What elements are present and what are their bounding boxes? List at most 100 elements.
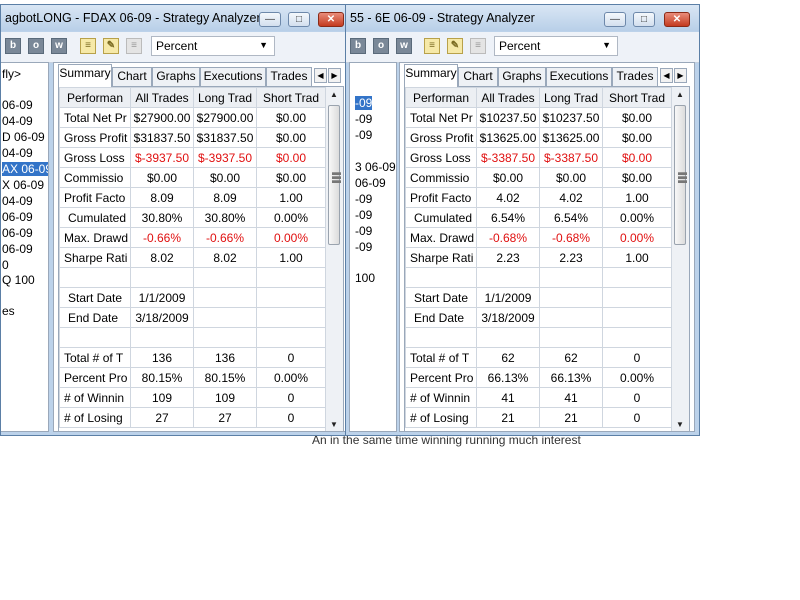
instrument-item-selected[interactable]: AX 06-09 bbox=[1, 161, 48, 177]
instrument-item[interactable]: 06-09 bbox=[2, 98, 33, 112]
maximize-button[interactable]: □ bbox=[288, 12, 310, 27]
instrument-item[interactable]: 06-09 bbox=[2, 242, 33, 256]
tab-executions[interactable]: Executions bbox=[546, 67, 612, 86]
scroll-up-icon[interactable]: ▲ bbox=[326, 87, 342, 103]
notepad-icon[interactable]: ≡ bbox=[80, 38, 96, 54]
scroll-thumb[interactable]: ▬ ▬ ▬ bbox=[328, 105, 341, 245]
short-trades-cell bbox=[602, 267, 673, 288]
minimize-button[interactable]: — bbox=[604, 12, 626, 27]
instrument-item[interactable]: 3 06-09 bbox=[355, 160, 396, 174]
all-trades-cell: $10237.50 bbox=[476, 107, 541, 128]
percent-selector[interactable]: Percent ▼ bbox=[151, 36, 275, 56]
instrument-item[interactable]: 04-09 bbox=[2, 146, 33, 160]
instrument-item[interactable]: 06-09 bbox=[355, 176, 386, 190]
instrument-item[interactable]: 06-09 bbox=[2, 226, 33, 240]
b-icon[interactable]: b bbox=[350, 38, 366, 54]
instrument-item[interactable]: -09 bbox=[355, 112, 372, 126]
instrument-item[interactable]: es bbox=[2, 304, 15, 318]
title-bar[interactable]: agbotLONG - FDAX 06-09 - Strategy Analyz… bbox=[1, 5, 352, 31]
tab-summary[interactable]: Summary bbox=[58, 64, 112, 87]
column-header[interactable]: Performan bbox=[405, 87, 478, 108]
instrument-item[interactable]: Q 100 bbox=[2, 273, 35, 287]
instrument-item[interactable]: -09 bbox=[355, 240, 372, 254]
instrument-item[interactable]: -09 bbox=[355, 128, 372, 142]
long-trades-cell: 41 bbox=[539, 387, 604, 408]
edit-notes-icon[interactable]: ✎ bbox=[103, 38, 119, 54]
percent-selector-value: Percent bbox=[156, 39, 198, 53]
all-trades-cell: $13625.00 bbox=[476, 127, 541, 148]
column-header[interactable]: Performan bbox=[59, 87, 132, 108]
toolbar: b o w ≡ ✎ ≡ Percent ▼ bbox=[1, 32, 352, 63]
instrument-list[interactable]: -09 -09 -09 3 06-09 06-09 -09 -09 -09 -09 100 bbox=[349, 62, 397, 432]
all-trades-cell: 8.09 bbox=[130, 187, 195, 208]
tab-graphs[interactable]: Graphs bbox=[152, 67, 200, 86]
tab-trades[interactable]: Trades bbox=[266, 67, 312, 86]
instrument-item[interactable]: 04-09 bbox=[2, 114, 33, 128]
scroll-down-icon[interactable]: ▼ bbox=[672, 417, 688, 431]
notepad-icon[interactable]: ≡ bbox=[424, 38, 440, 54]
instrument-item[interactable]: 100 bbox=[355, 271, 375, 285]
w-icon[interactable]: w bbox=[396, 38, 412, 54]
instrument-item[interactable]: 06-09 bbox=[2, 210, 33, 224]
table-row: # of Winnin 109 109 0 bbox=[59, 387, 327, 408]
copy-notes-icon[interactable]: ≡ bbox=[470, 38, 486, 54]
row-label: Total Net Pr bbox=[405, 107, 478, 128]
instrument-item-selected[interactable]: -09 bbox=[353, 95, 374, 111]
close-button[interactable]: ✕ bbox=[664, 12, 690, 27]
maximize-button[interactable]: □ bbox=[633, 12, 655, 27]
tab-trades[interactable]: Trades bbox=[612, 67, 658, 86]
tab-scroll-left-icon[interactable]: ◀ bbox=[314, 68, 327, 83]
edit-notes-icon[interactable]: ✎ bbox=[447, 38, 463, 54]
tab-scroll-left-icon[interactable]: ◀ bbox=[660, 68, 673, 83]
w-icon[interactable]: w bbox=[51, 38, 67, 54]
vertical-scrollbar[interactable]: ▲ ▬ ▬ ▬ ▼ bbox=[671, 87, 689, 431]
instrument-item[interactable]: -09 bbox=[355, 224, 372, 238]
table-row: Max. Drawd -0.68% -0.68% 0.00% bbox=[405, 227, 673, 248]
scroll-up-icon[interactable]: ▲ bbox=[672, 87, 688, 103]
column-header[interactable]: Short Trad bbox=[602, 87, 673, 108]
scroll-thumb[interactable]: ▬ ▬ ▬ bbox=[674, 105, 687, 245]
long-trades-cell: -0.68% bbox=[539, 227, 604, 248]
column-header[interactable]: All Trades bbox=[476, 87, 541, 108]
tab-chart[interactable]: Chart bbox=[112, 67, 152, 86]
window-title: 55 - 6E 06-09 - Strategy Analyzer bbox=[350, 11, 535, 25]
title-bar[interactable]: 55 - 6E 06-09 - Strategy Analyzer — □ ✕ bbox=[346, 5, 699, 31]
column-header[interactable]: Long Trad bbox=[539, 87, 604, 108]
tab-summary[interactable]: Summary bbox=[404, 64, 458, 87]
tab-executions[interactable]: Executions bbox=[200, 67, 266, 86]
column-header[interactable]: Long Trad bbox=[193, 87, 258, 108]
tab-scroll-right-icon[interactable]: ▶ bbox=[674, 68, 687, 83]
instrument-item[interactable]: -09 bbox=[355, 208, 372, 222]
copy-notes-icon[interactable]: ≡ bbox=[126, 38, 142, 54]
minimize-button[interactable]: — bbox=[259, 12, 281, 27]
instrument-item[interactable]: 0 bbox=[2, 258, 9, 272]
all-trades-cell: 62 bbox=[476, 347, 541, 368]
tab-chart[interactable]: Chart bbox=[458, 67, 498, 86]
close-button[interactable]: ✕ bbox=[318, 12, 344, 27]
short-trades-cell: 0.00% bbox=[256, 227, 327, 248]
table-row: Cumulated 6.54% 6.54% 0.00% bbox=[405, 207, 673, 228]
long-trades-cell bbox=[193, 307, 258, 328]
column-header[interactable]: All Trades bbox=[130, 87, 195, 108]
vertical-scrollbar[interactable]: ▲ ▬ ▬ ▬ ▼ bbox=[325, 87, 343, 431]
instrument-item[interactable]: 04-09 bbox=[2, 194, 33, 208]
instrument-item[interactable]: fly> bbox=[2, 67, 21, 81]
short-trades-cell bbox=[602, 307, 673, 328]
instrument-item[interactable]: D 06-09 bbox=[2, 130, 45, 144]
instrument-item[interactable]: -09 bbox=[355, 192, 372, 206]
instrument-list[interactable]: fly> 06-09 04-09 D 06-09 04-09 AX 06-09 X 06-0… bbox=[1, 62, 49, 432]
short-trades-cell: 0.00% bbox=[602, 367, 673, 388]
o-icon[interactable]: o bbox=[373, 38, 389, 54]
scroll-down-icon[interactable]: ▼ bbox=[326, 417, 342, 431]
long-trades-cell: 21 bbox=[539, 407, 604, 428]
all-trades-cell: $31837.50 bbox=[130, 127, 195, 148]
instrument-item[interactable]: X 06-09 bbox=[2, 178, 44, 192]
o-icon[interactable]: o bbox=[28, 38, 44, 54]
b-icon[interactable]: b bbox=[5, 38, 21, 54]
column-header[interactable]: Short Trad bbox=[256, 87, 327, 108]
all-trades-cell: 3/18/2009 bbox=[130, 307, 195, 328]
tab-graphs[interactable]: Graphs bbox=[498, 67, 546, 86]
all-trades-cell: 41 bbox=[476, 387, 541, 408]
tab-scroll-right-icon[interactable]: ▶ bbox=[328, 68, 341, 83]
percent-selector[interactable]: Percent ▼ bbox=[494, 36, 618, 56]
